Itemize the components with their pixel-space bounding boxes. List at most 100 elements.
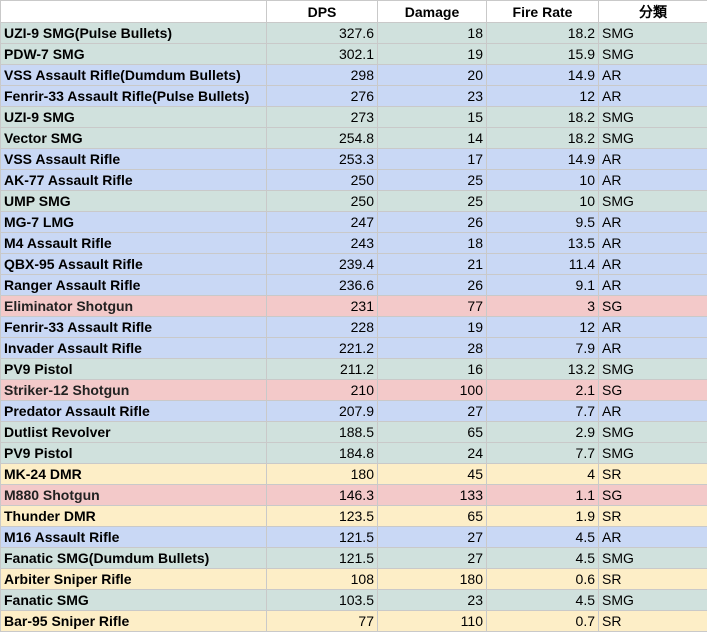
dps-cell[interactable]: 250 [266,169,378,191]
header-damage[interactable]: Damage [377,0,487,23]
weapon-name-cell[interactable]: MG-7 LMG [0,211,267,233]
weapon-name-cell[interactable]: Dutlist Revolver [0,421,267,443]
fire-rate-cell[interactable]: 2.9 [486,421,599,443]
damage-cell[interactable]: 23 [377,85,487,107]
dps-cell[interactable]: 184.8 [266,442,378,464]
category-cell[interactable]: SMG [598,106,707,128]
fire-rate-cell[interactable]: 0.7 [486,610,599,632]
damage-cell[interactable]: 25 [377,190,487,212]
category-cell[interactable]: AR [598,232,707,254]
fire-rate-cell[interactable]: 3 [486,295,599,317]
fire-rate-cell[interactable]: 10 [486,169,599,191]
damage-cell[interactable]: 19 [377,43,487,65]
fire-rate-cell[interactable]: 13.5 [486,232,599,254]
fire-rate-cell[interactable]: 4 [486,463,599,485]
weapon-name-cell[interactable]: Thunder DMR [0,505,267,527]
category-cell[interactable]: SR [598,505,707,527]
category-cell[interactable]: SG [598,379,707,401]
category-cell[interactable]: AR [598,85,707,107]
damage-cell[interactable]: 26 [377,211,487,233]
damage-cell[interactable]: 180 [377,568,487,590]
category-cell[interactable]: SMG [598,547,707,569]
weapon-name-cell[interactable]: Invader Assault Rifle [0,337,267,359]
dps-cell[interactable]: 188.5 [266,421,378,443]
category-cell[interactable]: AR [598,316,707,338]
fire-rate-cell[interactable]: 1.9 [486,505,599,527]
dps-cell[interactable]: 273 [266,106,378,128]
weapon-name-cell[interactable]: MK-24 DMR [0,463,267,485]
dps-cell[interactable]: 239.4 [266,253,378,275]
dps-cell[interactable]: 211.2 [266,358,378,380]
damage-cell[interactable]: 20 [377,64,487,86]
fire-rate-cell[interactable]: 4.5 [486,589,599,611]
weapon-name-cell[interactable]: Arbiter Sniper Rifle [0,568,267,590]
category-cell[interactable]: SMG [598,190,707,212]
weapon-name-cell[interactable]: M16 Assault Rifle [0,526,267,548]
fire-rate-cell[interactable]: 4.5 [486,526,599,548]
dps-cell[interactable]: 253.3 [266,148,378,170]
damage-cell[interactable]: 17 [377,148,487,170]
category-cell[interactable]: SMG [598,22,707,44]
category-cell[interactable]: AR [598,169,707,191]
category-cell[interactable]: AR [598,253,707,275]
category-cell[interactable]: SR [598,463,707,485]
damage-cell[interactable]: 27 [377,547,487,569]
dps-cell[interactable]: 207.9 [266,400,378,422]
weapon-name-cell[interactable]: PV9 Pistol [0,358,267,380]
weapon-name-cell[interactable]: UZI-9 SMG [0,106,267,128]
fire-rate-cell[interactable]: 15.9 [486,43,599,65]
weapon-name-cell[interactable]: Ranger Assault Rifle [0,274,267,296]
damage-cell[interactable]: 133 [377,484,487,506]
header-fire-rate[interactable]: Fire Rate [486,0,599,23]
dps-cell[interactable]: 77 [266,610,378,632]
weapon-name-cell[interactable]: QBX-95 Assault Rifle [0,253,267,275]
weapon-name-cell[interactable]: Fenrir-33 Assault Rifle [0,316,267,338]
damage-cell[interactable]: 15 [377,106,487,128]
dps-cell[interactable]: 108 [266,568,378,590]
category-cell[interactable]: SR [598,610,707,632]
category-cell[interactable]: SMG [598,358,707,380]
weapon-name-cell[interactable]: PDW-7 SMG [0,43,267,65]
damage-cell[interactable]: 26 [377,274,487,296]
dps-cell[interactable]: 327.6 [266,22,378,44]
damage-cell[interactable]: 25 [377,169,487,191]
category-cell[interactable]: AR [598,526,707,548]
header-dps[interactable]: DPS [266,0,378,23]
weapon-name-cell[interactable]: Vector SMG [0,127,267,149]
dps-cell[interactable]: 236.6 [266,274,378,296]
category-cell[interactable]: AR [598,211,707,233]
category-cell[interactable]: SMG [598,442,707,464]
damage-cell[interactable]: 65 [377,421,487,443]
fire-rate-cell[interactable]: 12 [486,316,599,338]
fire-rate-cell[interactable]: 9.1 [486,274,599,296]
category-cell[interactable]: AR [598,148,707,170]
damage-cell[interactable]: 100 [377,379,487,401]
damage-cell[interactable]: 77 [377,295,487,317]
dps-cell[interactable]: 221.2 [266,337,378,359]
category-cell[interactable]: AR [598,400,707,422]
category-cell[interactable]: SMG [598,127,707,149]
dps-cell[interactable]: 210 [266,379,378,401]
dps-cell[interactable]: 302.1 [266,43,378,65]
category-cell[interactable]: SMG [598,589,707,611]
category-cell[interactable]: SMG [598,421,707,443]
category-cell[interactable]: SMG [598,43,707,65]
dps-cell[interactable]: 121.5 [266,526,378,548]
dps-cell[interactable]: 121.5 [266,547,378,569]
category-cell[interactable]: AR [598,274,707,296]
fire-rate-cell[interactable]: 1.1 [486,484,599,506]
dps-cell[interactable]: 250 [266,190,378,212]
fire-rate-cell[interactable]: 13.2 [486,358,599,380]
fire-rate-cell[interactable]: 18.2 [486,127,599,149]
fire-rate-cell[interactable]: 2.1 [486,379,599,401]
dps-cell[interactable]: 231 [266,295,378,317]
fire-rate-cell[interactable]: 7.7 [486,442,599,464]
header-name[interactable] [0,0,267,23]
dps-cell[interactable]: 298 [266,64,378,86]
dps-cell[interactable]: 123.5 [266,505,378,527]
damage-cell[interactable]: 21 [377,253,487,275]
fire-rate-cell[interactable]: 12 [486,85,599,107]
damage-cell[interactable]: 65 [377,505,487,527]
weapon-name-cell[interactable]: Eliminator Shotgun [0,295,267,317]
weapon-name-cell[interactable]: VSS Assault Rifle [0,148,267,170]
